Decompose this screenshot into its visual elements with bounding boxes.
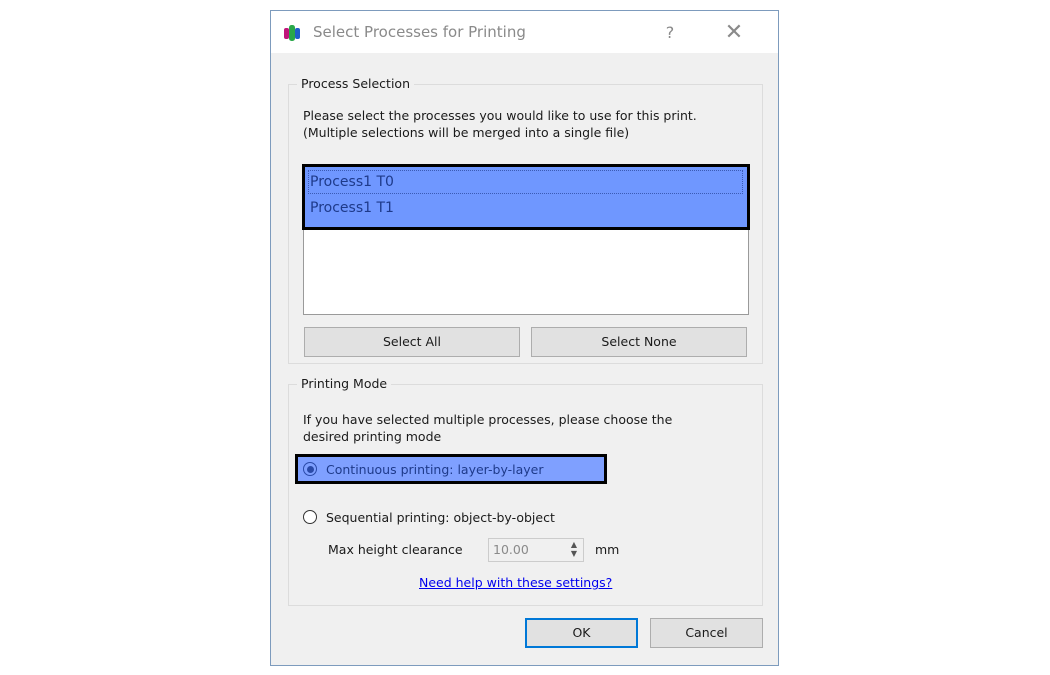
description-line-2: desired printing mode (303, 429, 442, 444)
process-selection-group: Process Selection Please select the proc… (288, 76, 763, 364)
printing-mode-label: Printing Mode (297, 376, 392, 391)
radio-sequential-label: Sequential printing: object-by-object (326, 509, 555, 525)
spin-down-icon[interactable]: ▼ (567, 549, 581, 558)
process-selection-label: Process Selection (297, 76, 414, 91)
radio-continuous-label: Continuous printing: layer-by-layer (326, 461, 544, 477)
list-item-process1-t1[interactable]: Process1 T1 (307, 195, 744, 221)
spin-arrows[interactable]: ▲ ▼ (567, 540, 581, 560)
printing-mode-description: If you have selected multiple processes,… (303, 411, 672, 445)
help-button[interactable]: ? (657, 21, 683, 45)
ok-button[interactable]: OK (525, 618, 638, 648)
process-selection-description: Please select the processes you would li… (303, 107, 697, 141)
max-height-label: Max height clearance (328, 542, 463, 557)
max-height-value[interactable]: 10.00 (493, 542, 529, 557)
select-processes-dialog: Select Processes for Printing ? ✕ Proces… (270, 10, 779, 666)
select-none-button[interactable]: Select None (531, 327, 747, 357)
cancel-button[interactable]: Cancel (650, 618, 763, 648)
description-line-1: If you have selected multiple processes,… (303, 412, 673, 427)
close-button[interactable]: ✕ (719, 19, 749, 47)
app-logo-icon (284, 25, 300, 41)
radio-sequential-printing[interactable]: Sequential printing: object-by-object (303, 506, 555, 528)
select-all-button[interactable]: Select All (304, 327, 520, 357)
list-item-process1-t0[interactable]: Process1 T0 (307, 169, 744, 195)
description-line-2: (Multiple selections will be merged into… (303, 125, 630, 140)
radio-checked-icon[interactable] (303, 462, 317, 476)
spin-up-icon[interactable]: ▲ (567, 540, 581, 549)
window-title: Select Processes for Printing (313, 23, 526, 41)
title-bar: Select Processes for Printing ? ✕ (271, 11, 778, 53)
max-height-unit: mm (595, 542, 620, 557)
radio-continuous-printing[interactable]: Continuous printing: layer-by-layer (303, 458, 544, 480)
description-line-1: Please select the processes you would li… (303, 108, 697, 123)
process-list[interactable]: Process1 T0 Process1 T1 (302, 164, 750, 315)
max-height-spinbox[interactable]: 10.00 ▲ ▼ (488, 538, 584, 562)
help-settings-link[interactable]: Need help with these settings? (419, 575, 612, 590)
radio-unchecked-icon[interactable] (303, 510, 317, 524)
printing-mode-group: Printing Mode If you have selected multi… (288, 376, 763, 606)
